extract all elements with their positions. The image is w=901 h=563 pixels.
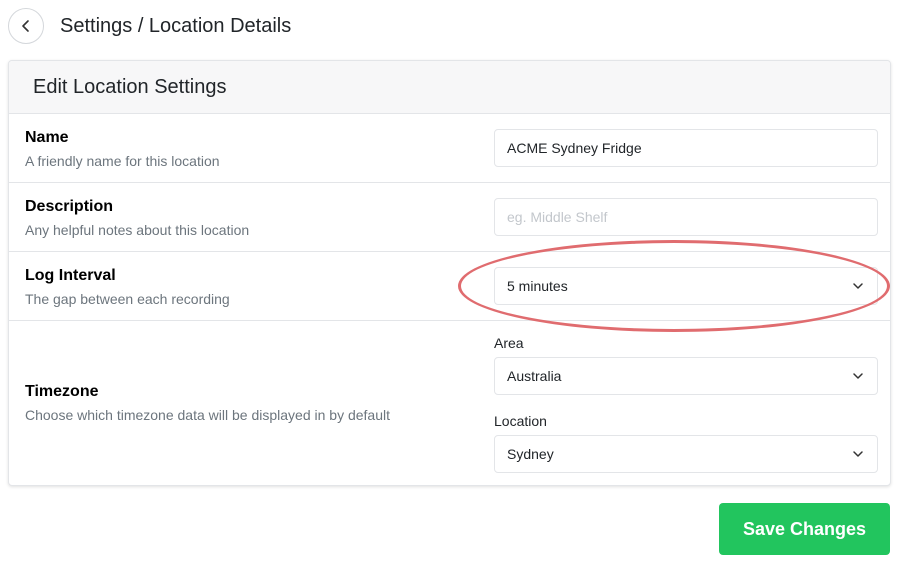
log-interval-help: The gap between each recording <box>25 291 230 307</box>
page-title: Settings / Location Details <box>60 14 292 37</box>
chevron-left-icon <box>22 20 29 32</box>
location-value: Sydney <box>507 446 554 462</box>
name-label: Name <box>25 129 69 146</box>
location-select[interactable]: Sydney <box>494 435 878 473</box>
chevron-down-icon <box>851 279 865 293</box>
settings-card: Edit Location Settings Name A friendly n… <box>8 60 891 486</box>
description-row: Description Any helpful notes about this… <box>9 183 890 252</box>
area-select[interactable]: Australia <box>494 357 878 395</box>
header: Settings / Location Details <box>8 8 291 44</box>
log-interval-row: Log Interval The gap between each record… <box>9 252 890 321</box>
name-input-value: ACME Sydney Fridge <box>507 140 642 156</box>
timezone-label-group: Timezone Choose which timezone data will… <box>25 383 390 423</box>
name-input[interactable]: ACME Sydney Fridge <box>494 129 878 167</box>
log-interval-value: 5 minutes <box>507 278 568 294</box>
timezone-help: Choose which timezone data will be displ… <box>25 407 390 423</box>
name-row: Name A friendly name for this location A… <box>9 114 890 183</box>
timezone-row: Timezone Choose which timezone data will… <box>9 321 890 485</box>
description-label-group: Description Any helpful notes about this… <box>25 198 249 238</box>
log-interval-select[interactable]: 5 minutes <box>494 267 878 305</box>
name-label-group: Name A friendly name for this location <box>25 129 220 169</box>
description-input[interactable]: eg. Middle Shelf <box>494 198 878 236</box>
location-label: Location <box>494 413 547 429</box>
description-placeholder: eg. Middle Shelf <box>507 209 608 225</box>
description-help: Any helpful notes about this location <box>25 222 250 238</box>
name-help: A friendly name for this location <box>25 153 220 169</box>
chevron-down-icon <box>851 369 865 383</box>
timezone-label: Timezone <box>25 383 99 400</box>
log-interval-label: Log Interval <box>25 267 116 284</box>
card-title: Edit Location Settings <box>33 75 227 98</box>
save-changes-button[interactable]: Save Changes <box>719 503 890 555</box>
chevron-down-icon <box>851 447 865 461</box>
description-label: Description <box>25 198 114 215</box>
area-label: Area <box>494 335 524 351</box>
area-value: Australia <box>507 368 562 384</box>
back-button[interactable] <box>8 8 44 44</box>
log-interval-label-group: Log Interval The gap between each record… <box>25 267 230 307</box>
card-header: Edit Location Settings <box>9 61 890 114</box>
